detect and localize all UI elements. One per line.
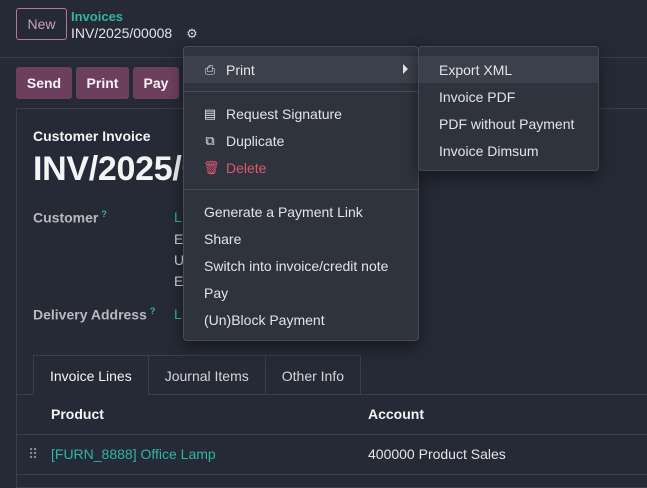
menu-item-pay[interactable]: Pay (184, 279, 418, 306)
chevron-right-icon (403, 64, 408, 74)
printer-icon: ⎙ (204, 61, 216, 77)
menu-item-share[interactable]: Share (184, 225, 418, 252)
table-row[interactable]: ⠿ [FURN_8888] Office Lamp 400000 Product… (16, 435, 647, 475)
menu-item-label: Generate a Payment Link (204, 203, 363, 220)
trash-icon: 🗑 (203, 159, 220, 175)
column-header-product[interactable]: Product (51, 406, 104, 422)
menu-divider (184, 91, 418, 92)
menu-item-label: Export XML (439, 61, 513, 78)
table-header: Product Account (16, 395, 647, 435)
menu-item-label: Delete (226, 159, 267, 176)
menu-item-unblock-payment[interactable]: (Un)Block Payment (184, 306, 418, 333)
menu-item-label: (Un)Block Payment (204, 311, 325, 328)
copy-icon: ⧉ (205, 132, 215, 148)
pay-button[interactable]: Pay (133, 67, 179, 99)
menu-item-label: Invoice Dimsum (439, 142, 539, 159)
new-button[interactable]: New (16, 8, 67, 40)
breadcrumb-invoices[interactable]: Invoices (71, 9, 123, 24)
submenu-item-invoice-pdf[interactable]: Invoice PDF (419, 83, 598, 110)
submenu-item-pdf-without-payment[interactable]: PDF without Payment (419, 110, 598, 137)
menu-item-label: Request Signature (226, 105, 342, 122)
record-name: INV/2025/00008 (71, 25, 173, 41)
menu-item-label: Print (226, 61, 255, 78)
menu-item-request-signature[interactable]: ▤ Request Signature (184, 100, 418, 127)
menu-item-label: Duplicate (226, 132, 285, 149)
menu-item-duplicate[interactable]: ⧉ Duplicate (184, 127, 418, 154)
menu-item-label: Invoice PDF (439, 88, 516, 105)
move-type-label: Customer Invoice (33, 128, 151, 144)
menu-item-switch-credit-note[interactable]: Switch into invoice/credit note (184, 252, 418, 279)
delivery-label-text: Delivery Address (33, 306, 147, 323)
menu-divider (184, 189, 418, 190)
customer-address-line: E (174, 231, 184, 247)
gear-dropdown-menu: ⎙ Print ▤ Request Signature ⧉ Duplicate … (183, 46, 419, 341)
menu-item-label: Pay (204, 284, 229, 301)
document-icon: ▤ (203, 105, 217, 121)
gear-icon[interactable]: ⚙ (184, 26, 200, 42)
delivery-address-value[interactable]: L (174, 306, 182, 322)
menu-item-delete[interactable]: 🗑 Delete (184, 154, 418, 181)
customer-name[interactable]: L (174, 209, 182, 225)
column-header-account[interactable]: Account (368, 406, 424, 422)
customer-label: Customer? (33, 209, 107, 226)
tab-journal-items[interactable]: Journal Items (147, 355, 266, 395)
product-cell[interactable]: [FURN_8888] Office Lamp (51, 446, 216, 462)
account-cell[interactable]: 400000 Product Sales (368, 446, 506, 462)
help-icon[interactable]: ? (101, 209, 107, 219)
customer-address-line: E (174, 273, 184, 289)
print-button[interactable]: Print (76, 67, 129, 99)
menu-item-generate-payment-link[interactable]: Generate a Payment Link (184, 198, 418, 225)
print-submenu: Export XML Invoice PDF PDF without Payme… (418, 46, 599, 171)
tab-invoice-lines[interactable]: Invoice Lines (33, 355, 149, 395)
tab-other-info[interactable]: Other Info (264, 355, 362, 395)
menu-item-label: PDF without Payment (439, 115, 575, 132)
send-button[interactable]: Send (16, 67, 72, 99)
submenu-item-invoice-dimsum[interactable]: Invoice Dimsum (419, 137, 598, 164)
help-icon[interactable]: ? (150, 306, 156, 316)
menu-item-print[interactable]: ⎙ Print (184, 56, 418, 83)
customer-label-text: Customer (33, 209, 99, 226)
drag-handle-icon[interactable]: ⠿ (28, 446, 38, 463)
delivery-address-label: Delivery Address? (33, 306, 155, 323)
menu-item-label: Switch into invoice/credit note (204, 257, 389, 274)
notebook-tabs: Invoice Lines Journal Items Other Info (33, 355, 362, 395)
menu-item-label: Share (204, 230, 242, 247)
invoice-title: INV/2025/00008 (33, 150, 183, 188)
submenu-item-export-xml[interactable]: Export XML (419, 56, 598, 83)
